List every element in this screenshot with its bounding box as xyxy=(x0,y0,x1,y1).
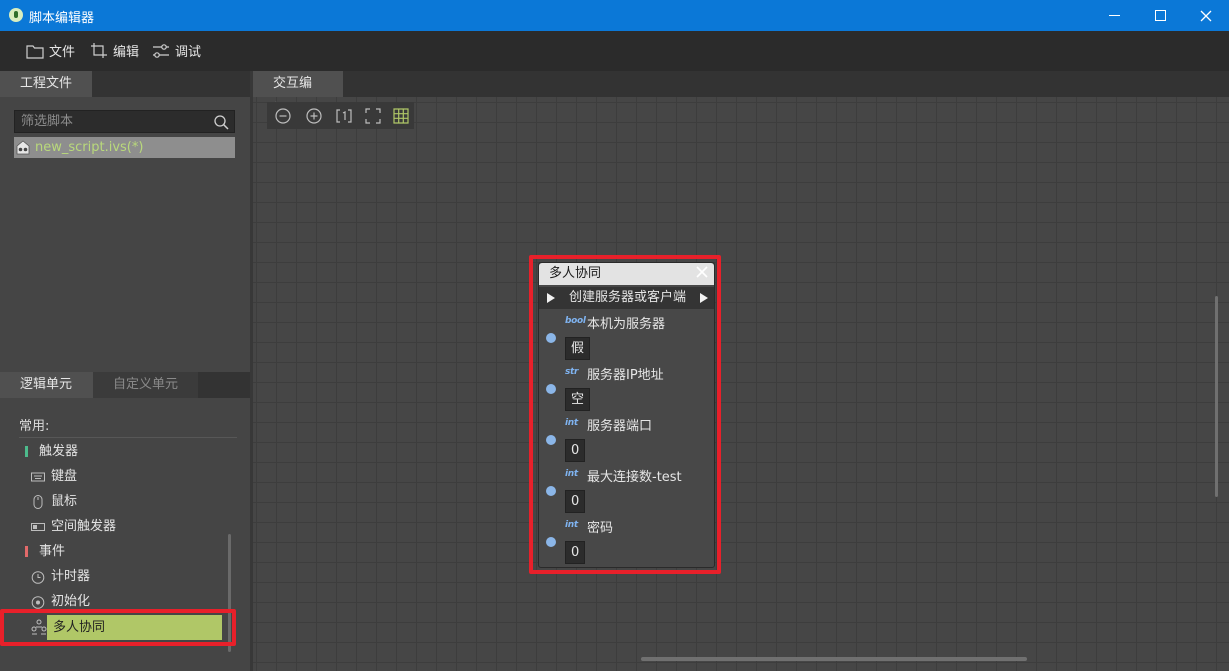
tab-custom-units[interactable]: 自定义单元 xyxy=(93,372,198,398)
editor-tabstrip: 交互编辑 xyxy=(253,71,1229,117)
actual-size-icon[interactable] xyxy=(335,107,353,125)
vertical-scrollbar[interactable] xyxy=(1215,296,1218,497)
section-title: 常用: xyxy=(19,419,50,434)
highlight-library-item xyxy=(0,609,236,646)
init-icon xyxy=(31,596,45,609)
menu-edit-label: 编辑 xyxy=(113,45,140,60)
minimize-icon xyxy=(1108,15,1120,16)
menu-bar: 文件 编辑 调试 xyxy=(0,31,1229,71)
canvas-toolbar xyxy=(267,102,414,129)
maximize-icon xyxy=(1154,10,1166,21)
node-graph-canvas[interactable] xyxy=(253,97,1229,671)
grid-toggle-icon[interactable] xyxy=(392,107,410,125)
script-filter xyxy=(14,110,235,133)
filter-input[interactable] xyxy=(15,111,205,132)
menu-file[interactable]: 文件 xyxy=(26,41,75,60)
script-list-item[interactable]: new_script.ivs(*) xyxy=(14,137,235,158)
menu-debug-label: 调试 xyxy=(175,45,202,60)
tab-project-files[interactable]: 工程文件 xyxy=(0,71,93,97)
mouse-icon xyxy=(33,495,43,509)
highlight-node xyxy=(529,255,721,574)
script-file-icon xyxy=(16,140,30,155)
crop-icon xyxy=(91,42,107,58)
title-bar: 脚本编辑器 xyxy=(0,0,1229,31)
event-category-marker xyxy=(25,546,28,557)
script-name: new_script.ivs(*) xyxy=(35,140,144,155)
tab-interaction-edit[interactable]: 交互编辑 xyxy=(253,71,343,117)
area-trigger-icon xyxy=(31,523,45,531)
sliders-icon xyxy=(153,43,169,58)
project-tabstrip: 工程文件 xyxy=(0,71,250,97)
trigger-category-marker xyxy=(25,446,28,457)
horizontal-scrollbar[interactable] xyxy=(641,657,1027,661)
library-tabstrip: 逻辑单元 自定义单元 xyxy=(0,372,250,398)
interaction-editor: 交互编辑 xyxy=(253,71,1229,671)
close-button[interactable] xyxy=(1183,0,1229,31)
search-icon[interactable] xyxy=(213,114,229,130)
timer-icon xyxy=(31,571,45,584)
keyboard-icon xyxy=(31,472,45,482)
menu-file-label: 文件 xyxy=(49,45,76,60)
zoom-out-icon[interactable] xyxy=(274,107,292,125)
fit-screen-icon[interactable] xyxy=(364,107,382,125)
minimize-button[interactable] xyxy=(1091,0,1137,31)
tab-logic-units[interactable]: 逻辑单元 xyxy=(0,372,93,398)
window-title: 脚本编辑器 xyxy=(29,11,95,26)
maximize-button[interactable] xyxy=(1137,0,1183,31)
close-icon xyxy=(1200,10,1212,21)
project-panel: 工程文件 new_script.ivs(*) xyxy=(0,71,250,370)
menu-edit[interactable]: 编辑 xyxy=(90,41,139,60)
section-divider xyxy=(19,437,237,438)
app-logo-icon xyxy=(9,8,23,22)
zoom-in-icon[interactable] xyxy=(305,107,323,125)
folder-icon xyxy=(26,44,44,59)
menu-debug[interactable]: 调试 xyxy=(152,41,201,60)
